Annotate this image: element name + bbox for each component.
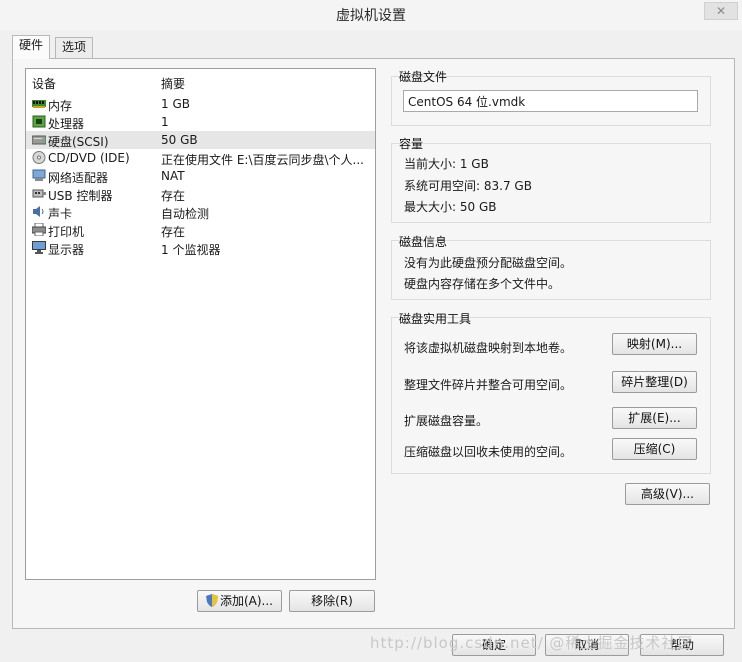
device-summary: 1 个监视器 xyxy=(161,243,221,257)
shield-icon xyxy=(205,593,218,613)
expand-description: 扩展磁盘容量。 xyxy=(404,414,489,428)
disk-utilities-title: 磁盘实用工具 xyxy=(399,312,472,326)
sound-card-icon xyxy=(32,205,46,218)
close-button[interactable]: ✕ xyxy=(704,2,738,20)
device-row-network-adapter[interactable]: 网络适配器 NAT xyxy=(26,167,375,185)
device-name: 打印机 xyxy=(48,225,85,239)
device-row-hard-disk[interactable]: 硬盘(SCSI) 50 GB xyxy=(26,131,375,149)
compact-description: 压缩磁盘以回收未使用的空间。 xyxy=(404,445,573,459)
device-summary: 1 GB xyxy=(161,97,190,111)
title-bar: 虚拟机设置 ✕ xyxy=(0,0,742,30)
disk-file-field[interactable]: CentOS 64 位.vmdk xyxy=(403,90,698,112)
add-button-label: 添加(A)... xyxy=(219,594,274,608)
device-summary: 正在使用文件 E:\百度云同步盘\个人... xyxy=(161,153,364,167)
device-summary: 存在 xyxy=(161,225,186,239)
map-description: 将该虚拟机磁盘映射到本地卷。 xyxy=(404,341,573,355)
device-row-cd-dvd[interactable]: CD/DVD (IDE) 正在使用文件 E:\百度云同步盘\个人... xyxy=(26,149,375,167)
device-summary: 自动检测 xyxy=(161,207,210,221)
device-row-memory[interactable]: 内存 1 GB xyxy=(26,95,375,113)
device-summary: 50 GB xyxy=(161,133,198,147)
window-title: 虚拟机设置 xyxy=(336,8,406,24)
device-name: 处理器 xyxy=(48,117,85,131)
usb-icon xyxy=(32,187,46,200)
tab-options[interactable]: 选项 xyxy=(55,37,94,58)
device-summary: NAT xyxy=(161,169,185,183)
ok-button[interactable]: 确定 xyxy=(452,634,536,656)
defragment-button[interactable]: 碎片整理(D) xyxy=(612,371,697,393)
expand-button[interactable]: 扩展(E)... xyxy=(612,407,697,429)
disk-file-title: 磁盘文件 xyxy=(399,70,448,84)
column-header-device[interactable]: 设备 xyxy=(32,75,56,92)
tab-hardware[interactable]: 硬件 xyxy=(12,35,51,59)
cancel-button[interactable]: 取消 xyxy=(545,634,629,656)
capacity-title: 容量 xyxy=(399,137,424,151)
network-adapter-icon xyxy=(32,169,46,182)
system-free-space-text: 系统可用空间: 83.7 GB xyxy=(404,179,532,193)
add-button[interactable]: 添加(A)... xyxy=(197,590,282,612)
printer-icon xyxy=(31,222,47,237)
cd-dvd-icon xyxy=(32,151,46,164)
device-name: 内存 xyxy=(48,99,73,113)
device-row-sound-card[interactable]: 声卡 自动检测 xyxy=(26,203,375,221)
current-size-text: 当前大小: 1 GB xyxy=(404,157,489,171)
processor-icon xyxy=(32,115,46,128)
disk-info-line2: 硬盘内容存储在多个文件中。 xyxy=(404,277,561,291)
column-header-summary[interactable]: 摘要 xyxy=(161,75,185,92)
device-list-header: 设备 摘要 xyxy=(26,73,375,91)
device-name: 硬盘(SCSI) xyxy=(48,135,109,149)
compact-button[interactable]: 压缩(C) xyxy=(612,438,697,460)
display-icon xyxy=(32,241,46,254)
map-button[interactable]: 映射(M)... xyxy=(612,333,697,355)
device-summary: 存在 xyxy=(161,189,186,203)
device-row-display[interactable]: 显示器 1 个监视器 xyxy=(26,239,375,257)
device-name: 声卡 xyxy=(48,207,73,221)
device-name: 网络适配器 xyxy=(48,171,109,185)
device-name: CD/DVD (IDE) xyxy=(48,151,130,165)
device-row-usb-controller[interactable]: USB 控制器 存在 xyxy=(26,185,375,203)
device-name: USB 控制器 xyxy=(48,189,113,203)
hard-disk-icon xyxy=(31,133,47,146)
remove-button[interactable]: 移除(R) xyxy=(289,590,375,612)
device-row-processor[interactable]: 处理器 1 xyxy=(26,113,375,131)
memory-icon xyxy=(32,97,46,110)
device-row-printer[interactable]: 打印机 存在 xyxy=(26,221,375,239)
disk-info-title: 磁盘信息 xyxy=(399,235,448,249)
device-name: 显示器 xyxy=(48,243,85,257)
disk-info-line1: 没有为此硬盘预分配磁盘空间。 xyxy=(404,256,573,270)
advanced-button[interactable]: 高级(V)... xyxy=(625,483,710,505)
defragment-description: 整理文件碎片并整合可用空间。 xyxy=(404,378,573,392)
max-size-text: 最大大小: 50 GB xyxy=(404,200,497,214)
device-summary: 1 xyxy=(161,115,169,129)
device-list: 设备 摘要 内存 1 GB 处理器 1 硬盘(SCSI) 50 GB CD/DV… xyxy=(25,68,376,580)
help-button[interactable]: 帮助 xyxy=(640,634,724,656)
